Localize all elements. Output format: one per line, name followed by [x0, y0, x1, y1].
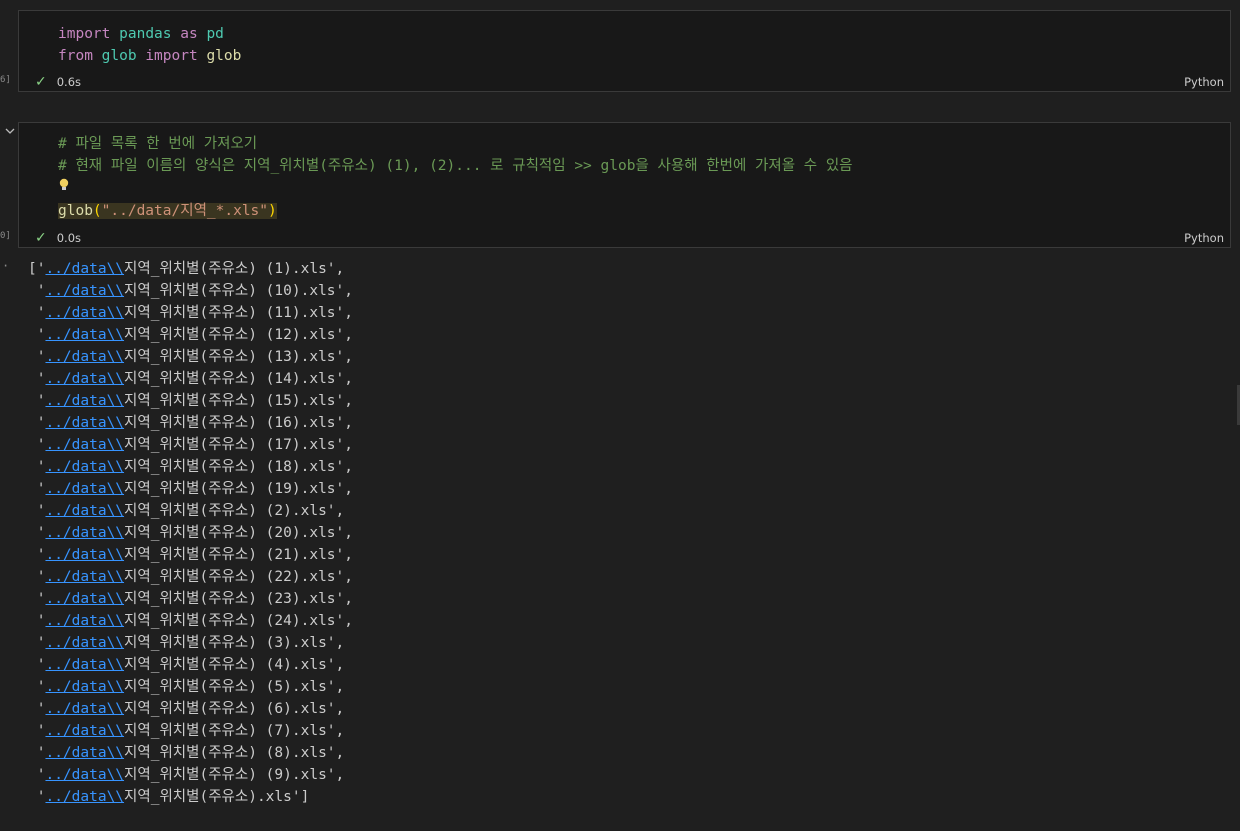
output-line: '../data\\지역_위치별(주유소) (15).xls',: [28, 393, 353, 409]
cell2-language-label[interactable]: Python: [1184, 231, 1224, 245]
output-line: '../data\\지역_위치별(주유소) (22).xls',: [28, 569, 353, 585]
path-link[interactable]: ../data\\: [45, 525, 124, 541]
path-link[interactable]: ../data\\: [45, 767, 124, 783]
cell-output: ['../data\\지역_위치별(주유소) (1).xls', '../dat…: [28, 258, 353, 808]
output-line: '../data\\지역_위치별(주유소) (7).xls',: [28, 723, 345, 739]
file-name: 지역_위치별(주유소) (1).xls: [124, 261, 327, 277]
comment-line-2[interactable]: # 현재 파일 이름의 양식은 지역_위치별(주유소) (1), (2)... …: [58, 156, 853, 176]
path-link[interactable]: ../data\\: [45, 481, 124, 497]
cell1-status: ✓ 0.6s: [35, 74, 81, 90]
cell2-status: ✓ 0.0s: [35, 230, 81, 246]
path-link[interactable]: ../data\\: [45, 657, 124, 673]
path-link[interactable]: ../data\\: [45, 459, 124, 475]
path-link[interactable]: ../data\\: [45, 745, 124, 761]
output-line: '../data\\지역_위치별(주유소).xls']: [28, 789, 310, 805]
file-name: 지역_위치별(주유소) (2).xls: [124, 503, 327, 519]
output-line: '../data\\지역_위치별(주유소) (4).xls',: [28, 657, 345, 673]
output-line: '../data\\지역_위치별(주유소) (5).xls',: [28, 679, 345, 695]
notebook-page: 6] import pandas as pd from glob import …: [0, 0, 1240, 831]
output-line: '../data\\지역_위치별(주유소) (21).xls',: [28, 547, 353, 563]
cell2-exec-time: 0.0s: [56, 231, 82, 245]
output-line: '../data\\지역_위치별(주유소) (20).xls',: [28, 525, 353, 541]
file-name: 지역_위치별(주유소) (15).xls: [124, 393, 336, 409]
path-link[interactable]: ../data\\: [45, 305, 124, 321]
path-link[interactable]: ../data\\: [45, 261, 124, 277]
path-link[interactable]: ../data\\: [45, 635, 124, 651]
code-cell-glob[interactable]: # 파일 목록 한 번에 가져오기 # 현재 파일 이름의 양식은 지역_위치별…: [18, 122, 1231, 248]
path-link[interactable]: ../data\\: [45, 283, 124, 299]
file-name: 지역_위치별(주유소) (7).xls: [124, 723, 327, 739]
path-link[interactable]: ../data\\: [45, 349, 124, 365]
code-line-2[interactable]: from glob import glob: [58, 46, 241, 66]
path-link[interactable]: ../data\\: [45, 415, 124, 431]
output-line: ['../data\\지역_위치별(주유소) (1).xls',: [28, 261, 345, 277]
output-line: '../data\\지역_위치별(주유소) (16).xls',: [28, 415, 353, 431]
chevron-down-icon[interactable]: [4, 125, 16, 137]
code-line-1[interactable]: import pandas as pd: [58, 24, 224, 44]
file-name: 지역_위치별(주유소) (14).xls: [124, 371, 336, 387]
cell1-language-label[interactable]: Python: [1184, 75, 1224, 89]
output-line: '../data\\지역_위치별(주유소) (9).xls',: [28, 767, 345, 783]
output-line: '../data\\지역_위치별(주유소) (23).xls',: [28, 591, 353, 607]
file-name: 지역_위치별(주유소) (12).xls: [124, 327, 336, 343]
path-link[interactable]: ../data\\: [45, 569, 124, 585]
file-name: 지역_위치별(주유소) (16).xls: [124, 415, 336, 431]
path-link[interactable]: ../data\\: [45, 437, 124, 453]
cell1-exec-count: 6]: [0, 75, 11, 85]
file-name: 지역_위치별(주유소) (10).xls: [124, 283, 336, 299]
file-name: 지역_위치별(주유소) (22).xls: [124, 569, 336, 585]
path-link[interactable]: ../data\\: [45, 613, 124, 629]
path-link[interactable]: ../data\\: [45, 327, 124, 343]
path-link[interactable]: ../data\\: [45, 371, 124, 387]
lightbulb-icon[interactable]: [57, 177, 71, 193]
file-name: 지역_위치별(주유소) (6).xls: [124, 701, 327, 717]
file-name: 지역_위치별(주유소) (17).xls: [124, 437, 336, 453]
file-name: 지역_위치별(주유소) (20).xls: [124, 525, 336, 541]
check-icon: ✓: [35, 230, 47, 246]
path-link[interactable]: ../data\\: [45, 547, 124, 563]
output-line: '../data\\지역_위치별(주유소) (12).xls',: [28, 327, 353, 343]
file-name: 지역_위치별(주유소) (13).xls: [124, 349, 336, 365]
output-line: '../data\\지역_위치별(주유소) (24).xls',: [28, 613, 353, 629]
file-name: 지역_위치별(주유소) (21).xls: [124, 547, 336, 563]
code-cell-imports[interactable]: import pandas as pd from glob import glo…: [18, 10, 1231, 92]
path-link[interactable]: ../data\\: [45, 723, 124, 739]
path-link[interactable]: ../data\\: [45, 503, 124, 519]
file-name: 지역_위치별(주유소) (18).xls: [124, 459, 336, 475]
output-line: '../data\\지역_위치별(주유소) (14).xls',: [28, 371, 353, 387]
path-link[interactable]: ../data\\: [45, 679, 124, 695]
output-line: '../data\\지역_위치별(주유소) (10).xls',: [28, 283, 353, 299]
output-line: '../data\\지역_위치별(주유소) (8).xls',: [28, 745, 345, 761]
comment-line-1[interactable]: # 파일 목록 한 번에 가져오기: [58, 134, 257, 154]
output-line: '../data\\지역_위치별(주유소) (13).xls',: [28, 349, 353, 365]
file-name: 지역_위치별(주유소).xls: [124, 789, 292, 805]
file-name: 지역_위치별(주유소) (3).xls: [124, 635, 327, 651]
output-menu-icon[interactable]: ·: [2, 259, 9, 273]
path-link[interactable]: ../data\\: [45, 789, 124, 805]
output-line: '../data\\지역_위치별(주유소) (2).xls',: [28, 503, 345, 519]
file-name: 지역_위치별(주유소) (5).xls: [124, 679, 327, 695]
output-line: '../data\\지역_위치별(주유소) (6).xls',: [28, 701, 345, 717]
output-line: '../data\\지역_위치별(주유소) (11).xls',: [28, 305, 353, 321]
file-name: 지역_위치별(주유소) (4).xls: [124, 657, 327, 673]
check-icon: ✓: [35, 74, 47, 90]
file-name: 지역_위치별(주유소) (23).xls: [124, 591, 336, 607]
output-line: '../data\\지역_위치별(주유소) (17).xls',: [28, 437, 353, 453]
output-line: '../data\\지역_위치별(주유소) (3).xls',: [28, 635, 345, 651]
file-name: 지역_위치별(주유소) (9).xls: [124, 767, 327, 783]
cell1-exec-time: 0.6s: [56, 75, 82, 89]
path-link[interactable]: ../data\\: [45, 591, 124, 607]
path-link[interactable]: ../data\\: [45, 393, 124, 409]
output-line: '../data\\지역_위치별(주유소) (18).xls',: [28, 459, 353, 475]
cell2-exec-count: 0]: [0, 231, 11, 241]
file-name: 지역_위치별(주유소) (8).xls: [124, 745, 327, 761]
file-name: 지역_위치별(주유소) (11).xls: [124, 305, 336, 321]
path-link[interactable]: ../data\\: [45, 701, 124, 717]
output-line: '../data\\지역_위치별(주유소) (19).xls',: [28, 481, 353, 497]
file-name: 지역_위치별(주유소) (19).xls: [124, 481, 336, 497]
code-line-glob-call[interactable]: glob("../data/지역_*.xls"): [58, 201, 277, 221]
file-name: 지역_위치별(주유소) (24).xls: [124, 613, 336, 629]
